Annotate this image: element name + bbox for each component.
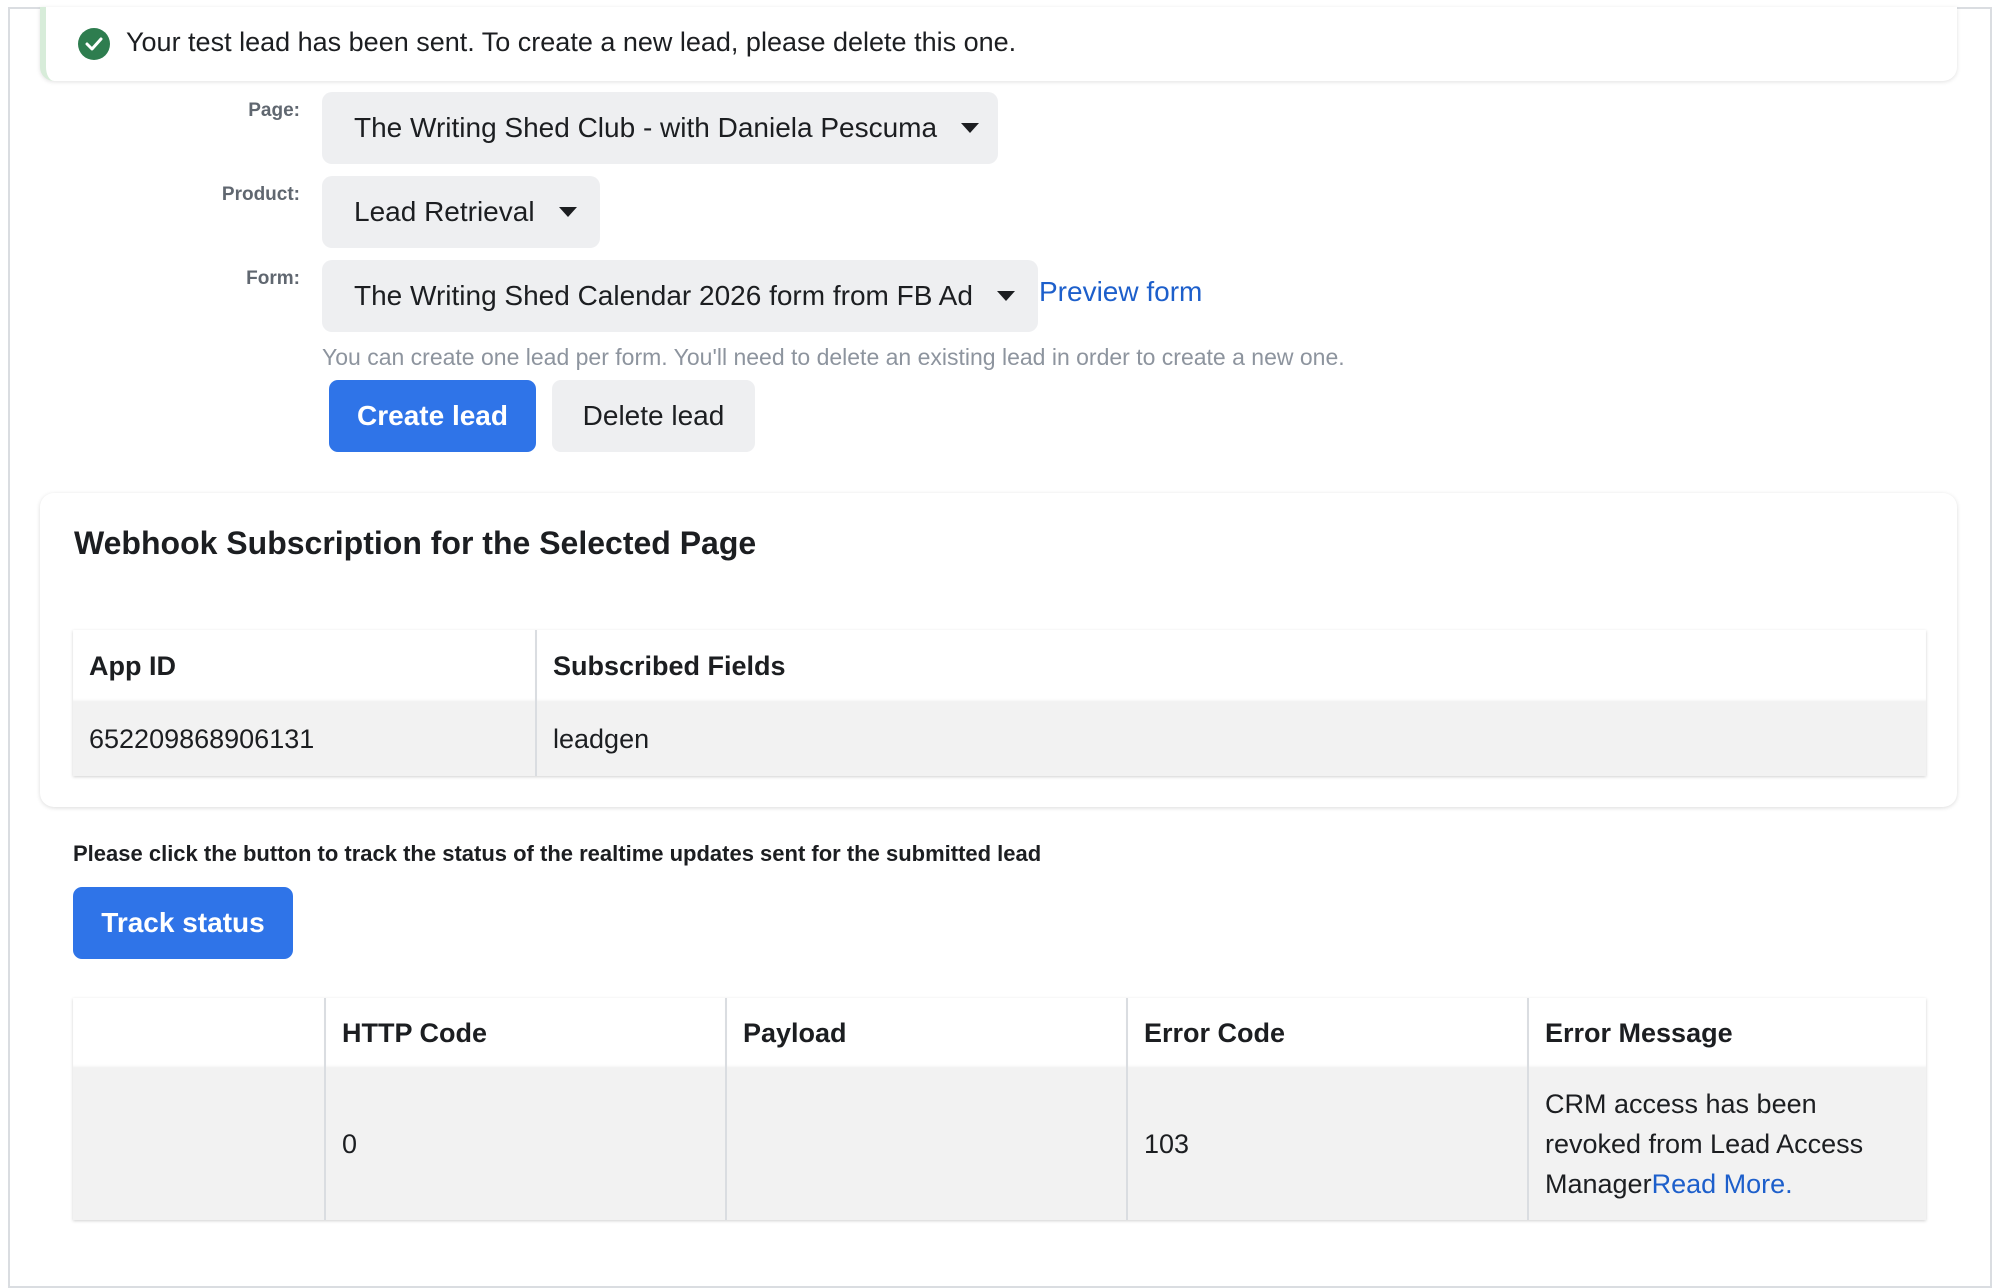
read-more-link[interactable]: Read More. — [1652, 1169, 1793, 1199]
error-message-cell: CRM access has been revoked from Lead Ac… — [1528, 1068, 1926, 1220]
column-header-blank — [73, 998, 326, 1068]
webhook-subscription-card: Webhook Subscription for the Selected Pa… — [40, 493, 1957, 807]
tracking-table-header: HTTP Code Payload Error Code Error Messa… — [73, 998, 1926, 1068]
create-lead-button[interactable]: Create lead — [329, 380, 536, 452]
one-lead-hint: You can create one lead per form. You'll… — [322, 344, 1345, 370]
caret-down-icon — [558, 207, 577, 217]
product-select[interactable]: Lead Retrieval — [322, 176, 600, 248]
success-message: Your test lead has been sent. To create … — [126, 27, 1017, 57]
app-id-cell: 652209868906131 — [73, 702, 537, 776]
track-status-button[interactable]: Track status — [73, 887, 293, 959]
column-header-error-message: Error Message — [1528, 998, 1926, 1068]
track-status-prompt: Please click the button to track the sta… — [73, 841, 1042, 866]
caret-down-icon — [996, 291, 1015, 301]
column-header-payload: Payload — [726, 998, 1128, 1068]
blank-cell — [73, 1068, 326, 1220]
preview-form-link[interactable]: Preview form — [1039, 276, 1202, 308]
subscribed-fields-cell: leadgen — [536, 702, 1926, 776]
check-circle-icon — [78, 28, 110, 60]
column-header-error-code: Error Code — [1127, 998, 1529, 1068]
caret-down-icon — [961, 123, 980, 133]
delete-lead-button[interactable]: Delete lead — [552, 380, 755, 452]
product-select-value: Lead Retrieval — [354, 196, 535, 227]
form-label: Form: — [246, 268, 300, 289]
page-label: Page: — [248, 100, 300, 121]
tracking-table: HTTP Code Payload Error Code Error Messa… — [73, 998, 1926, 1220]
error-code-cell: 103 — [1127, 1068, 1529, 1220]
page-select-value: The Writing Shed Club - with Daniela Pes… — [354, 112, 938, 143]
webhook-table: App ID Subscribed Fields 652209868906131… — [73, 630, 1926, 776]
payload-cell — [726, 1068, 1128, 1220]
http-code-cell: 0 — [325, 1068, 727, 1220]
column-header-app-id: App ID — [73, 630, 537, 702]
column-header-subscribed-fields: Subscribed Fields — [536, 630, 1926, 702]
form-select-value: The Writing Shed Calendar 2026 form from… — [354, 280, 973, 311]
webhook-card-title: Webhook Subscription for the Selected Pa… — [74, 525, 757, 561]
form-select[interactable]: The Writing Shed Calendar 2026 form from… — [322, 260, 1038, 332]
product-label: Product: — [221, 184, 300, 205]
table-row: 0 103 CRM access has been revoked from L… — [73, 1068, 1926, 1220]
table-row: 652209868906131 leadgen — [73, 702, 1926, 776]
column-header-http-code: HTTP Code — [325, 998, 727, 1068]
webhook-table-header: App ID Subscribed Fields — [73, 630, 1926, 702]
success-banner: Your test lead has been sent. To create … — [40, 7, 1957, 81]
page-select[interactable]: The Writing Shed Club - with Daniela Pes… — [322, 92, 998, 164]
